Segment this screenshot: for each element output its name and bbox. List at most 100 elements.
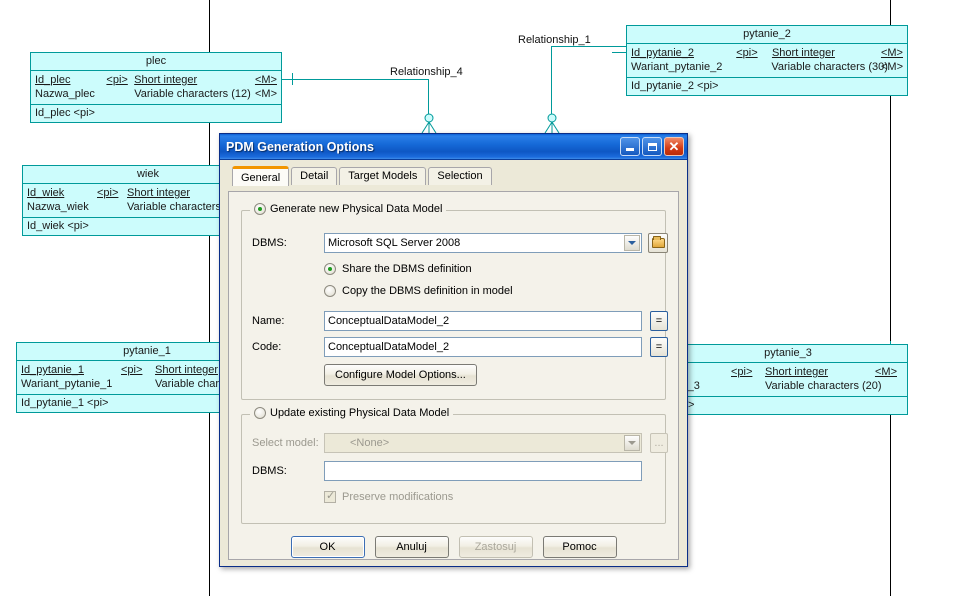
attr-name: Wariant_pytanie_1: [21, 378, 113, 390]
attr-name: Nazwa_plec: [35, 88, 95, 100]
attr-name: Id_pytanie_2: [631, 47, 694, 59]
dialog-title: PDM Generation Options: [226, 139, 374, 154]
close-button[interactable]: ✕: [664, 137, 684, 156]
tab-general[interactable]: General: [232, 166, 290, 186]
minimize-icon: [626, 148, 634, 151]
connector-relationship-4-horizontal: [287, 79, 429, 80]
close-icon: ✕: [668, 139, 680, 154]
select-model-select[interactable]: <None>: [324, 433, 642, 453]
entity-pytanie-3-identifier: <pi>: [669, 397, 907, 414]
connector-relationship-1-drop: [551, 46, 552, 118]
generate-new-pdm-group: Generate new Physical Data Model DBMS: M…: [241, 203, 668, 400]
entity-pytanie-3[interactable]: pytanie_3 <pi> Short integer <M> nie_3 V…: [668, 344, 908, 415]
attr-mandatory: <M>: [254, 88, 277, 100]
name-input[interactable]: ConceptualDataModel_2: [324, 311, 642, 331]
tab-detail[interactable]: Detail: [291, 167, 338, 185]
attr-type: Short integer: [134, 74, 198, 86]
attr-type: Variable characters (30): [771, 61, 888, 73]
relationship-1-label: Relationship_1: [518, 34, 591, 46]
tab-selection[interactable]: Selection: [428, 167, 492, 185]
select-model-value: <None>: [350, 437, 390, 449]
chevron-down-icon[interactable]: [624, 435, 640, 451]
chevron-down-icon[interactable]: [624, 235, 640, 251]
preserve-modifications-label: Preserve modifications: [342, 491, 454, 503]
attr-name: Nazwa_wiek: [27, 201, 89, 213]
attr-name: Id_pytanie_1: [21, 364, 84, 376]
update-dbms-row: DBMS:: [252, 461, 674, 481]
attr-type: Variable characters (20): [765, 380, 882, 392]
name-row: Name: ConceptualDataModel_2 =: [252, 311, 674, 331]
copy-dbms-row[interactable]: Copy the DBMS definition in model: [324, 285, 513, 297]
dialog-titlebar[interactable]: PDM Generation Options ✕: [220, 134, 687, 160]
attr-type: Variable characters (12): [134, 88, 251, 100]
entity-plec[interactable]: plec Id_plec <pi> Short integer <M> Nazw…: [30, 52, 282, 123]
update-existing-pdm-label: Update existing Physical Data Model: [270, 407, 450, 419]
dbms-select[interactable]: Microsoft SQL Server 2008: [324, 233, 642, 253]
attr-pi: <pi>: [121, 364, 143, 376]
update-existing-pdm-title-row[interactable]: Update existing Physical Data Model: [250, 407, 454, 419]
share-dbms-radio[interactable]: [324, 263, 336, 275]
update-existing-pdm-radio[interactable]: [254, 407, 266, 419]
preserve-modifications-checkbox[interactable]: [324, 489, 336, 503]
help-button[interactable]: Pomoc: [542, 536, 617, 558]
update-dbms-input[interactable]: [324, 461, 642, 481]
attr-pi: <pi>: [731, 366, 753, 378]
crowfoot-relationship-4: [421, 113, 437, 133]
copy-dbms-radio[interactable]: [324, 285, 336, 297]
cancel-button[interactable]: Anuluj: [374, 536, 449, 558]
connector-pytanie2-left-stub: [612, 52, 626, 53]
tab-panel-general: Generate new Physical Data Model DBMS: M…: [228, 191, 679, 560]
entity-plec-identifier: Id_plec <pi>: [35, 107, 95, 119]
attr-pi: <pi>: [106, 74, 128, 86]
share-dbms-row[interactable]: Share the DBMS definition: [324, 263, 472, 275]
attr-pi: <pi>: [97, 187, 119, 199]
attr-pi: <pi>: [736, 47, 758, 59]
select-model-row: Select model: <None> ...: [252, 433, 674, 453]
connector-relationship-1-horizontal: [551, 46, 628, 47]
code-input[interactable]: ConceptualDataModel_2: [324, 337, 642, 357]
maximize-button[interactable]: [642, 137, 662, 156]
generate-new-pdm-title-row[interactable]: Generate new Physical Data Model: [250, 203, 447, 215]
update-existing-pdm-group: Update existing Physical Data Model Sele…: [241, 407, 668, 524]
attr-type: Short integer: [771, 47, 835, 59]
maximize-icon: [647, 142, 657, 151]
pdm-generation-options-dialog[interactable]: PDM Generation Options ✕ General Detail …: [219, 133, 688, 567]
entity-plec-attributes: Id_plec <pi> Short integer <M> Nazwa_ple…: [31, 71, 281, 105]
entity-plec-name: plec: [31, 53, 281, 71]
code-equals-button[interactable]: =: [650, 337, 668, 357]
configure-model-options-button[interactable]: Configure Model Options...: [324, 364, 477, 386]
generate-new-pdm-label: Generate new Physical Data Model: [270, 203, 443, 215]
select-model-browse-button[interactable]: ...: [650, 433, 668, 453]
dbms-value: Microsoft SQL Server 2008: [328, 237, 461, 249]
entity-pytanie-3-attributes: <pi> Short integer <M> nie_3 Variable ch…: [669, 363, 907, 397]
entity-pytanie-2[interactable]: pytanie_2 Id_pytanie_2 <pi> Short intege…: [626, 25, 908, 96]
attr-type: Short integer: [765, 366, 828, 378]
dialog-footer: OK Anuluj Zastosuj Pomoc: [220, 536, 687, 558]
code-row: Code: ConceptualDataModel_2 =: [252, 337, 674, 357]
name-equals-button[interactable]: =: [650, 311, 668, 331]
copy-dbms-label: Copy the DBMS definition in model: [342, 285, 513, 297]
crowfoot-relationship-1: [544, 113, 560, 133]
preserve-modifications-row[interactable]: Preserve modifications: [324, 489, 454, 503]
dbms-label: DBMS:: [252, 237, 287, 249]
dialog-tabs[interactable]: General Detail Target Models Selection: [228, 166, 679, 186]
minimize-button[interactable]: [620, 137, 640, 156]
generate-new-pdm-radio[interactable]: [254, 203, 266, 215]
name-value: ConceptualDataModel_2: [328, 315, 450, 327]
entity-pytanie-2-attributes: Id_pytanie_2 <pi> Short integer <M> Wari…: [627, 44, 907, 78]
apply-button: Zastosuj: [458, 536, 533, 558]
attr-name: Id_plec: [35, 74, 71, 86]
entity-pytanie-2-identifier: Id_pytanie_2 <pi>: [631, 80, 719, 92]
dbms-browse-button[interactable]: [648, 233, 668, 253]
ok-button[interactable]: OK: [290, 536, 365, 558]
folder-icon: [651, 236, 665, 248]
dbms-row: DBMS: Microsoft SQL Server 2008: [252, 233, 674, 253]
update-dbms-label: DBMS:: [252, 465, 287, 477]
attr-name: Id_wiek: [27, 187, 65, 199]
tab-target-models[interactable]: Target Models: [339, 167, 427, 185]
code-label: Code:: [252, 341, 282, 353]
attr-mandatory: <M>: [874, 366, 897, 378]
entity-pytanie-2-name: pytanie_2: [627, 26, 907, 44]
code-value: ConceptualDataModel_2: [328, 341, 450, 353]
name-label: Name:: [252, 315, 285, 327]
